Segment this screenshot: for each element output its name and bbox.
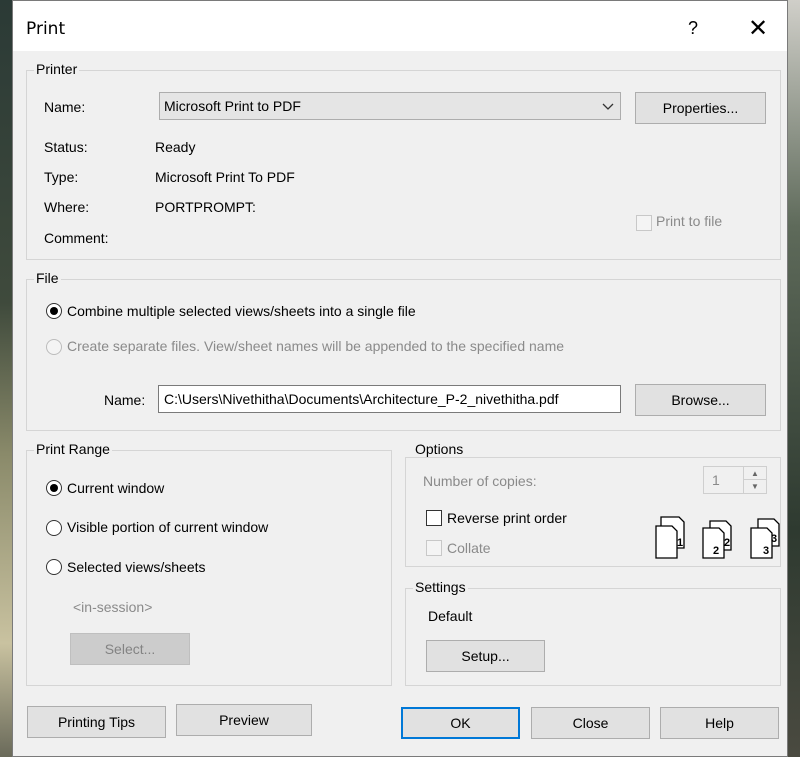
in-session-label: <in-session> — [73, 599, 153, 615]
selected-views-label: Selected views/sheets — [67, 559, 206, 575]
type-label: Type: — [44, 169, 79, 185]
browse-button[interactable]: Browse... — [635, 384, 766, 416]
status-value: Ready — [155, 139, 196, 155]
print-to-file-checkbox[interactable] — [636, 215, 652, 231]
visible-portion-radio[interactable] — [46, 520, 62, 536]
properties-button[interactable]: Properties... — [635, 92, 766, 124]
printer-name-label: Name: — [44, 99, 86, 115]
collate-page-number-3a: 3 — [771, 533, 777, 545]
print-range-legend: Print Range — [34, 441, 112, 457]
copies-label: Number of copies: — [423, 473, 537, 489]
file-name-label: Name: — [104, 392, 146, 408]
type-value: Microsoft Print To PDF — [155, 169, 295, 185]
collate-page-number-2b: 2 — [713, 545, 719, 557]
background-right — [786, 0, 800, 757]
combine-files-label: Combine multiple selected views/sheets i… — [67, 303, 416, 319]
visible-portion-label: Visible portion of current window — [67, 519, 269, 535]
help-question-icon[interactable]: ? — [681, 15, 705, 41]
options-legend: Options — [413, 441, 466, 457]
print-to-file-label: Print to file — [656, 213, 723, 229]
collate-page-number-3b: 3 — [763, 545, 769, 557]
ok-button[interactable]: OK — [401, 707, 520, 739]
collate-page-number-2a: 2 — [724, 537, 730, 549]
spin-down-icon[interactable]: ▼ — [744, 480, 766, 493]
settings-legend: Settings — [413, 579, 468, 595]
collate-page-number-1: 1 — [677, 537, 683, 549]
settings-value: Default — [428, 608, 473, 624]
collate-pages-icon: 1 2 2 3 3 — [655, 516, 780, 559]
preview-button[interactable]: Preview — [176, 704, 312, 736]
chevron-down-icon — [602, 103, 614, 110]
close-icon[interactable]: ✕ — [745, 13, 771, 43]
spin-up-icon[interactable]: ▲ — [744, 467, 766, 480]
current-window-radio[interactable] — [46, 480, 62, 496]
file-name-field[interactable] — [159, 386, 620, 412]
separate-files-label: Create separate files. View/sheet names … — [67, 338, 565, 354]
collate-checkbox[interactable] — [426, 540, 442, 556]
separate-files-radio[interactable] — [46, 339, 62, 355]
printer-legend: Printer — [34, 61, 80, 77]
selected-views-radio[interactable] — [46, 559, 62, 575]
title-bar: Print ? ✕ — [13, 1, 787, 51]
dialog-title: Print — [26, 19, 66, 39]
copies-value: 1 — [712, 472, 720, 488]
reverse-order-label: Reverse print order — [447, 510, 567, 526]
close-button[interactable]: Close — [531, 707, 650, 739]
status-label: Status: — [44, 139, 88, 155]
where-value: PORTPROMPT: — [155, 199, 256, 215]
setup-button[interactable]: Setup... — [426, 640, 545, 672]
comment-label: Comment: — [44, 230, 109, 246]
copies-spinner[interactable]: 1 ▲ ▼ — [703, 466, 767, 494]
combine-files-radio[interactable] — [46, 303, 62, 319]
print-dialog: Print ? ✕ Printer Name: Microsoft Print … — [12, 0, 788, 757]
select-button[interactable]: Select... — [70, 633, 190, 665]
current-window-label: Current window — [67, 480, 165, 496]
reverse-order-checkbox[interactable] — [426, 510, 442, 526]
file-name-input[interactable] — [158, 385, 621, 413]
printer-name-dropdown[interactable]: Microsoft Print to PDF — [159, 92, 621, 120]
printing-tips-button[interactable]: Printing Tips — [27, 706, 166, 738]
file-legend: File — [34, 270, 61, 286]
help-button[interactable]: Help — [660, 707, 779, 739]
collate-label: Collate — [447, 540, 491, 556]
printer-name-value: Microsoft Print to PDF — [164, 98, 301, 114]
where-label: Where: — [44, 199, 90, 215]
